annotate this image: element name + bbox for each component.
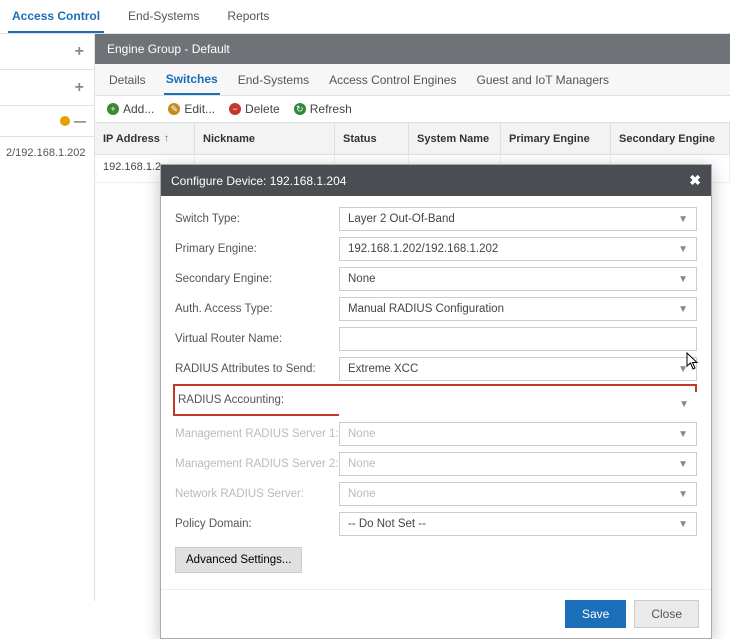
refresh-button[interactable]: ↻ Refresh [294, 102, 352, 116]
col-status[interactable]: Status [335, 123, 409, 154]
edit-icon: ✎ [168, 103, 180, 115]
tab-end-systems[interactable]: End-Systems [124, 1, 203, 33]
label-radius-acct: RADIUS Accounting: [176, 394, 336, 406]
label-radius-attrs: RADIUS Attributes to Send: [175, 363, 339, 375]
col-secondary-engine[interactable]: Secondary Engine [611, 123, 730, 154]
value-mgmt-r1: None [348, 428, 376, 440]
value-radius-attrs: Extreme XCC [348, 363, 418, 375]
input-vr-name[interactable] [339, 327, 697, 351]
advanced-settings-button[interactable]: Advanced Settings... [175, 547, 302, 573]
plus-icon[interactable]: + [75, 79, 84, 97]
sidebar-row-1: + [0, 34, 94, 70]
plus-icon[interactable]: + [75, 43, 84, 61]
chevron-down-icon: ▼ [678, 214, 688, 225]
chevron-down-icon: ▼ [678, 519, 688, 530]
col-system-name[interactable]: System Name [409, 123, 501, 154]
sidebar-status-row: — [0, 106, 94, 137]
dialog-footer: Save Close [161, 589, 711, 638]
refresh-label: Refresh [310, 102, 352, 116]
configure-device-dialog: Configure Device: 192.168.1.204 ✖ Switch… [160, 164, 712, 639]
refresh-icon: ↻ [294, 103, 306, 115]
edit-button[interactable]: ✎ Edit... [168, 102, 215, 116]
close-icon[interactable]: ✖ [689, 172, 701, 189]
label-primary-engine: Primary Engine: [175, 243, 339, 255]
value-secondary-engine: None [348, 273, 376, 285]
label-policy: Policy Domain: [175, 518, 339, 530]
col-nickname[interactable]: Nickname [195, 123, 335, 154]
value-switch-type: Layer 2 Out-Of-Band [348, 213, 455, 225]
dash-icon: — [74, 114, 86, 128]
tab-switches[interactable]: Switches [164, 65, 220, 95]
add-label: Add... [123, 102, 154, 116]
chevron-down-icon: ▼ [678, 459, 688, 470]
delete-label: Delete [245, 102, 280, 116]
dialog-titlebar[interactable]: Configure Device: 192.168.1.204 ✖ [161, 165, 711, 196]
value-mgmt-r2: None [348, 458, 376, 470]
tab-access-control[interactable]: Access Control [8, 1, 104, 33]
select-mgmt-r2: None ▼ [339, 452, 697, 476]
sidebar-row-2: + [0, 70, 94, 106]
select-policy[interactable]: -- Do Not Set -- ▼ [339, 512, 697, 536]
col-primary-engine[interactable]: Primary Engine [501, 123, 611, 154]
engine-group-header: Engine Group - Default [95, 34, 730, 64]
tab-ace[interactable]: Access Control Engines [327, 66, 458, 94]
value-auth-access: Manual RADIUS Configuration [348, 303, 504, 315]
toolbar: + Add... ✎ Edit... − Delete ↻ Refresh [95, 96, 730, 123]
label-secondary-engine: Secondary Engine: [175, 273, 339, 285]
label-vr-name: Virtual Router Name: [175, 333, 339, 345]
select-auth-access[interactable]: Manual RADIUS Configuration ▼ [339, 297, 697, 321]
select-secondary-engine[interactable]: None ▼ [339, 267, 697, 291]
col-ip-label: IP Address [103, 133, 160, 145]
label-mgmt-r2: Management RADIUS Server 2: [175, 458, 339, 470]
chevron-down-icon: ▼ [678, 274, 688, 285]
tab-guest-iot[interactable]: Guest and IoT Managers [474, 66, 611, 94]
top-tabs: Access Control End-Systems Reports [0, 0, 730, 34]
select-radius-attrs[interactable]: Extreme XCC ▼ [339, 357, 697, 381]
sub-tabs: Details Switches End-Systems Access Cont… [95, 64, 730, 96]
select-switch-type[interactable]: Layer 2 Out-Of-Band ▼ [339, 207, 697, 231]
sidebar-ip-label[interactable]: 2/192.168.1.202 [0, 137, 94, 169]
chevron-down-icon: ▼ [678, 244, 688, 255]
grid-header: IP Address ↑ Nickname Status System Name… [95, 123, 730, 155]
col-ip[interactable]: IP Address ↑ [95, 123, 195, 154]
label-net-radius: Network RADIUS Server: [175, 488, 339, 500]
save-button[interactable]: Save [565, 600, 626, 628]
select-primary-engine[interactable]: 192.168.1.202/192.168.1.202 ▼ [339, 237, 697, 261]
edit-label: Edit... [184, 102, 215, 116]
value-net-radius: None [348, 488, 376, 500]
tab-end-systems-sub[interactable]: End-Systems [236, 66, 311, 94]
add-button[interactable]: + Add... [107, 102, 154, 116]
warning-icon [60, 116, 70, 126]
label-switch-type: Switch Type: [175, 213, 339, 225]
chevron-down-icon: ▼ [678, 489, 688, 500]
chevron-down-icon: ▼ [678, 304, 688, 315]
label-mgmt-r1: Management RADIUS Server 1: [175, 428, 339, 440]
value-policy: -- Do Not Set -- [348, 518, 426, 530]
sort-asc-icon: ↑ [164, 133, 169, 144]
select-radius-acct[interactable]: ▼ [339, 392, 697, 416]
tab-reports[interactable]: Reports [223, 1, 273, 33]
chevron-down-icon: ▼ [678, 364, 688, 375]
select-net-radius: None ▼ [339, 482, 697, 506]
select-mgmt-r1: None ▼ [339, 422, 697, 446]
chevron-down-icon: ▼ [678, 429, 688, 440]
sidebar: + + — 2/192.168.1.202 [0, 34, 95, 601]
label-auth-access: Auth. Access Type: [175, 303, 339, 315]
tab-details[interactable]: Details [107, 66, 148, 94]
delete-button[interactable]: − Delete [229, 102, 280, 116]
chevron-down-icon: ▼ [679, 399, 689, 410]
close-button[interactable]: Close [634, 600, 699, 628]
dialog-body: Switch Type: Layer 2 Out-Of-Band ▼ Prima… [161, 196, 711, 583]
value-primary-engine: 192.168.1.202/192.168.1.202 [348, 243, 498, 255]
dialog-title: Configure Device: 192.168.1.204 [171, 174, 346, 188]
delete-icon: − [229, 103, 241, 115]
add-icon: + [107, 103, 119, 115]
